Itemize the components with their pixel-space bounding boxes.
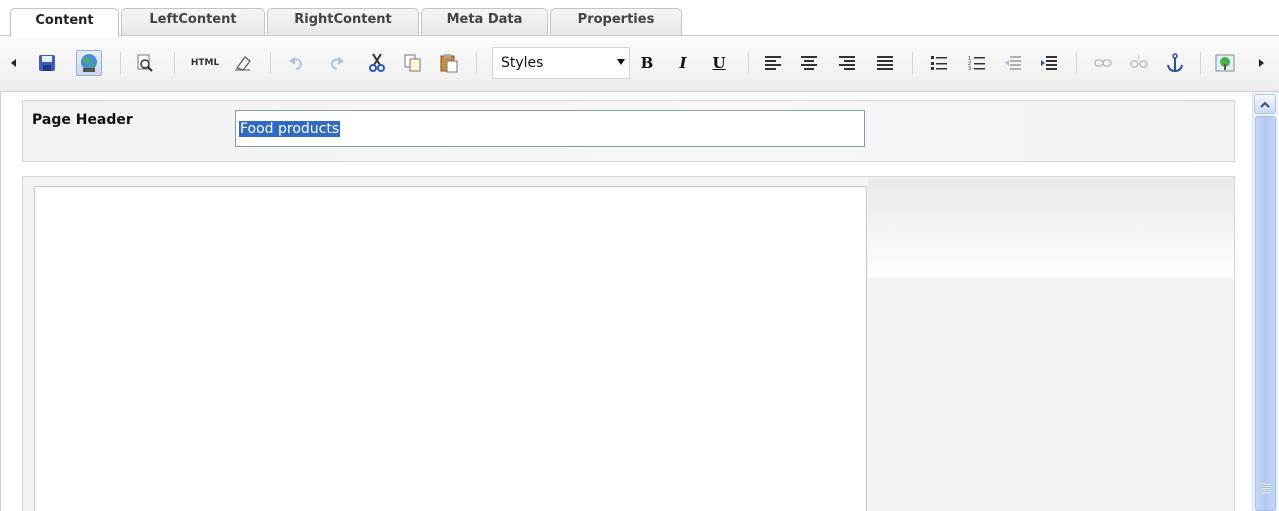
preview-icon[interactable] bbox=[132, 50, 158, 76]
align-left-icon[interactable] bbox=[760, 50, 786, 76]
svg-text:3: 3 bbox=[968, 66, 971, 71]
scroll-right-icon[interactable] bbox=[1256, 50, 1268, 76]
rich-text-editor[interactable] bbox=[34, 186, 867, 511]
tab-label: Meta Data bbox=[446, 12, 523, 27]
grip-icon bbox=[1262, 484, 1271, 493]
toolbar-separator bbox=[120, 52, 121, 74]
numbered-list-icon[interactable]: 123 bbox=[964, 50, 990, 76]
undo-icon[interactable] bbox=[283, 50, 309, 76]
tab-bar: Content LeftContent RightContent Meta Da… bbox=[0, 0, 1279, 37]
tab-properties[interactable]: Properties bbox=[550, 8, 682, 36]
styles-dropdown[interactable]: Styles bbox=[492, 47, 630, 79]
tab-label: RightContent bbox=[294, 12, 392, 27]
anchor-icon[interactable] bbox=[1162, 50, 1188, 76]
bold-button[interactable]: B bbox=[634, 50, 660, 76]
copy-icon[interactable] bbox=[400, 50, 426, 76]
bulleted-list-icon[interactable] bbox=[926, 50, 952, 76]
page-header-value: Food products bbox=[239, 120, 341, 137]
tab-label: Properties bbox=[577, 12, 655, 27]
scroll-left-icon[interactable] bbox=[8, 50, 20, 76]
chevron-down-icon bbox=[617, 59, 625, 65]
eraser-icon[interactable] bbox=[230, 50, 256, 76]
publish-globe-icon[interactable] bbox=[76, 50, 102, 76]
redo-icon[interactable] bbox=[324, 50, 350, 76]
toolbar-separator bbox=[748, 52, 749, 74]
bold-label: B bbox=[640, 54, 654, 72]
outdent-icon[interactable] bbox=[1000, 50, 1026, 76]
save-icon[interactable] bbox=[34, 50, 60, 76]
link-icon[interactable] bbox=[1090, 50, 1116, 76]
toolbar-separator bbox=[174, 52, 175, 74]
tab-meta-data[interactable]: Meta Data bbox=[421, 8, 548, 36]
page-header-label: Page Header bbox=[32, 112, 133, 128]
unlink-icon[interactable] bbox=[1126, 50, 1152, 76]
scrollbar-thumb[interactable] bbox=[1255, 116, 1276, 511]
italic-button[interactable]: I bbox=[670, 50, 696, 76]
toolbar-separator bbox=[1200, 52, 1201, 74]
vertical-scrollbar[interactable] bbox=[1252, 92, 1278, 511]
page-header-input[interactable]: Food products bbox=[235, 110, 865, 147]
italic-label: I bbox=[679, 54, 687, 72]
cut-icon[interactable] bbox=[364, 50, 390, 76]
panel-shade bbox=[868, 178, 1234, 278]
underline-label: U bbox=[712, 54, 726, 72]
indent-icon[interactable] bbox=[1036, 50, 1062, 76]
html-source-icon[interactable]: HTML bbox=[188, 50, 222, 76]
styles-value: Styles bbox=[501, 55, 544, 71]
chevron-up-icon bbox=[1260, 101, 1270, 108]
align-justify-icon[interactable] bbox=[872, 50, 898, 76]
align-center-icon[interactable] bbox=[796, 50, 822, 76]
tab-content[interactable]: Content bbox=[10, 8, 119, 37]
toolbar-separator bbox=[1076, 52, 1077, 74]
toolbar-separator bbox=[912, 52, 913, 74]
underline-button[interactable]: U bbox=[706, 50, 732, 76]
tab-label: LeftContent bbox=[149, 12, 237, 27]
toolbar-separator bbox=[270, 52, 271, 74]
insert-image-icon[interactable] bbox=[1212, 50, 1238, 76]
tab-rightcontent[interactable]: RightContent bbox=[267, 8, 419, 36]
html-label: HTML bbox=[190, 58, 220, 68]
tab-label: Content bbox=[35, 12, 94, 28]
paste-icon[interactable] bbox=[436, 50, 462, 76]
tab-leftcontent[interactable]: LeftContent bbox=[121, 8, 265, 36]
editor-toolbar: HTML Styles B I U 1 2 3 bbox=[0, 36, 1279, 92]
align-right-icon[interactable] bbox=[834, 50, 860, 76]
scroll-up-button[interactable] bbox=[1254, 94, 1276, 114]
toolbar-separator bbox=[476, 52, 477, 74]
